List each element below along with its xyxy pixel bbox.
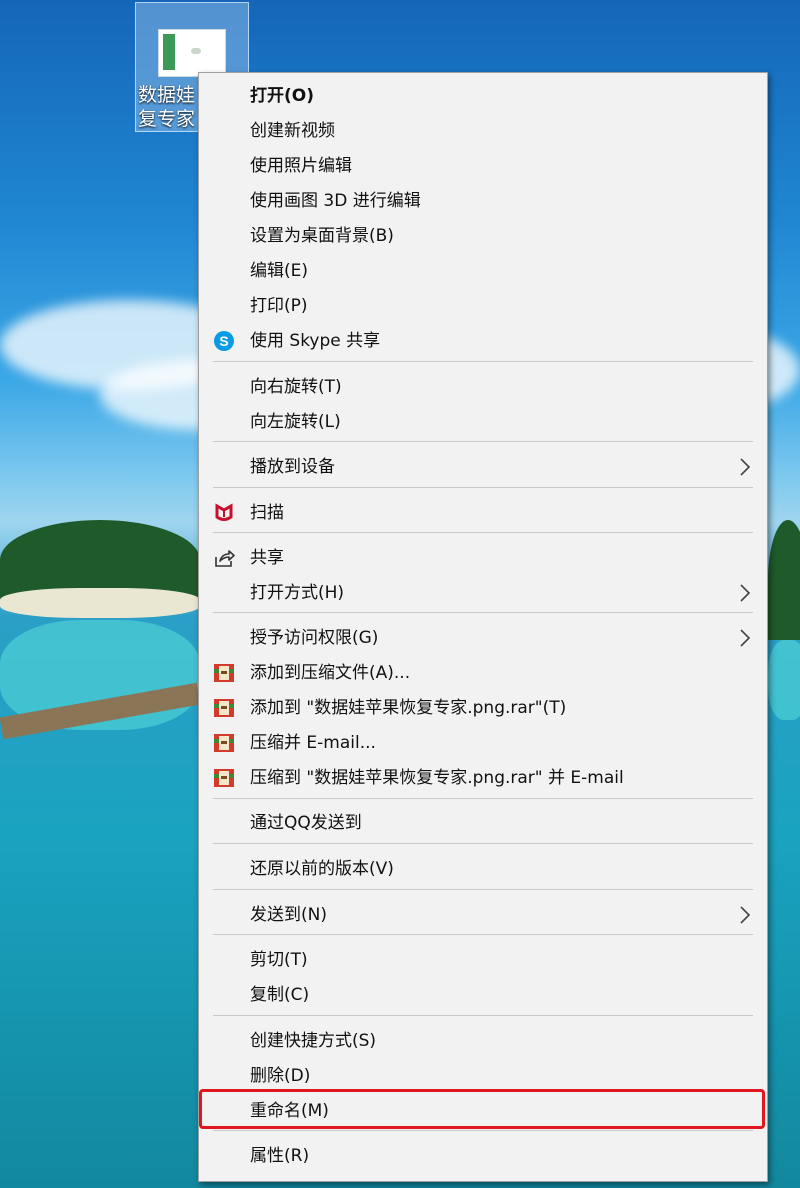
menu-separator <box>213 361 753 362</box>
menu-item-label: 发送到(N) <box>250 905 327 925</box>
menu-separator <box>213 1130 753 1131</box>
menu-item-label: 授予访问权限(G) <box>250 628 379 648</box>
menu-item-12[interactable]: 扫描 <box>199 496 767 530</box>
menu-item-14[interactable]: 打开方式(H) <box>199 576 767 610</box>
svg-text:S: S <box>219 333 228 349</box>
menu-item-10[interactable]: 向左旋转(L) <box>199 405 767 439</box>
menu-item-28[interactable]: 属性(R) <box>199 1139 767 1173</box>
menu-item-label: 扫描 <box>250 503 284 523</box>
menu-separator <box>213 934 753 935</box>
menu-item-22[interactable]: 发送到(N) <box>199 898 767 932</box>
menu-item-4[interactable]: 使用画图 3D 进行编辑 <box>199 184 767 218</box>
context-menu: 打开(O) 创建新视频使用照片编辑使用画图 3D 进行编辑 设置为桌面背景(B) 编辑… <box>198 72 768 1182</box>
menu-item-18[interactable]: 压缩并 E-mail... <box>199 726 767 760</box>
menu-item-label: 属性(R) <box>250 1146 310 1166</box>
menu-item-label: 打开方式(H) <box>250 583 345 603</box>
menu-separator <box>213 487 753 488</box>
winrar-icon <box>213 767 235 789</box>
winrar-icon <box>213 732 235 754</box>
menu-item-label: 使用 Skype 共享 <box>250 331 381 351</box>
wallpaper-island <box>768 520 800 640</box>
menu-item-25[interactable]: 创建快捷方式(S) <box>199 1024 767 1058</box>
skype-icon: S <box>213 330 235 352</box>
menu-item-26[interactable]: 删除(D) <box>199 1059 767 1093</box>
menu-item-label: 设置为桌面背景(B) <box>250 226 394 246</box>
menu-item-label: 使用画图 3D 进行编辑 <box>250 191 421 211</box>
menu-separator <box>213 889 753 890</box>
menu-item-17[interactable]: 添加到 "数据娃苹果恢复专家.png.rar"(T) <box>199 691 767 725</box>
menu-separator <box>213 612 753 613</box>
menu-item-27[interactable]: 重命名(M) <box>199 1094 767 1128</box>
menu-separator <box>213 1015 753 1016</box>
share-icon <box>213 547 235 569</box>
menu-item-11[interactable]: 播放到设备 <box>199 450 767 484</box>
menu-item-label: 删除(D) <box>250 1066 311 1086</box>
chevron-right-icon <box>737 457 753 477</box>
menu-item-7[interactable]: 打印(P) <box>199 289 767 323</box>
menu-item-label: 打开(O) <box>250 86 314 106</box>
menu-item-9[interactable]: 向右旋转(T) <box>199 370 767 404</box>
menu-item-label: 还原以前的版本(V) <box>250 859 394 879</box>
winrar-icon <box>213 662 235 684</box>
mcafee-icon <box>213 502 235 524</box>
menu-item-label: 共享 <box>250 548 284 568</box>
menu-item-label: 播放到设备 <box>250 457 335 477</box>
menu-item-label: 打印(P) <box>250 296 308 316</box>
menu-item-19[interactable]: 压缩到 "数据娃苹果恢复专家.png.rar" 并 E-mail <box>199 761 767 795</box>
menu-item-21[interactable]: 还原以前的版本(V) <box>199 852 767 886</box>
wallpaper-beach <box>0 588 200 618</box>
menu-separator <box>213 441 753 442</box>
wallpaper-lagoon <box>768 640 800 720</box>
chevron-right-icon <box>737 905 753 925</box>
menu-item-label: 剪切(T) <box>250 950 308 970</box>
menu-item-label: 重命名(M) <box>250 1101 329 1121</box>
menu-item-24[interactable]: 复制(C) <box>199 978 767 1012</box>
menu-item-label: 使用照片编辑 <box>250 156 352 176</box>
menu-item-13[interactable]: 共享 <box>199 541 767 575</box>
menu-item-label: 添加到压缩文件(A)... <box>250 663 411 683</box>
menu-item-16[interactable]: 添加到压缩文件(A)... <box>199 656 767 690</box>
menu-item-label: 编辑(E) <box>250 261 309 281</box>
menu-item-label: 创建快捷方式(S) <box>250 1031 377 1051</box>
menu-item-1[interactable]: 打开(O) <box>199 79 767 113</box>
menu-item-label: 添加到 "数据娃苹果恢复专家.png.rar"(T) <box>250 698 567 718</box>
image-thumbnail-icon <box>158 29 226 77</box>
winrar-icon <box>213 697 235 719</box>
menu-item-20[interactable]: 通过QQ发送到 <box>199 806 767 840</box>
menu-item-8[interactable]: S 使用 Skype 共享 <box>199 324 767 358</box>
menu-item-label: 压缩并 E-mail... <box>250 733 376 753</box>
menu-item-label: 向右旋转(T) <box>250 377 342 397</box>
menu-item-label: 复制(C) <box>250 985 310 1005</box>
menu-separator <box>213 843 753 844</box>
menu-item-label: 创建新视频 <box>250 121 335 141</box>
chevron-right-icon <box>737 628 753 648</box>
menu-item-6[interactable]: 编辑(E) <box>199 254 767 288</box>
menu-item-2[interactable]: 创建新视频 <box>199 114 767 148</box>
menu-item-3[interactable]: 使用照片编辑 <box>199 149 767 183</box>
menu-item-15[interactable]: 授予访问权限(G) <box>199 621 767 655</box>
menu-item-label: 压缩到 "数据娃苹果恢复专家.png.rar" 并 E-mail <box>250 768 624 788</box>
menu-item-23[interactable]: 剪切(T) <box>199 943 767 977</box>
menu-item-label: 向左旋转(L) <box>250 412 341 432</box>
menu-separator <box>213 798 753 799</box>
menu-separator <box>213 532 753 533</box>
menu-item-label: 通过QQ发送到 <box>250 813 362 833</box>
chevron-right-icon <box>737 583 753 603</box>
menu-item-5[interactable]: 设置为桌面背景(B) <box>199 219 767 253</box>
